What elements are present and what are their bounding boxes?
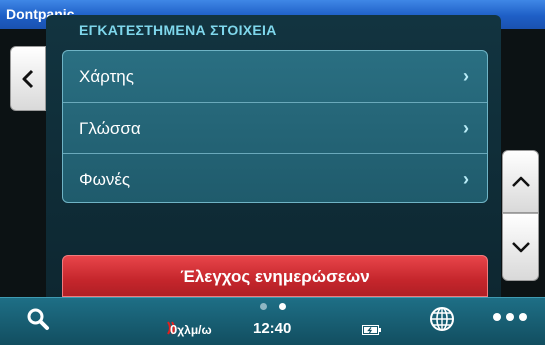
- scroll-down-button[interactable]: [502, 213, 539, 281]
- list-item-language[interactable]: Γλώσσα ›: [63, 102, 487, 153]
- list-item-voices[interactable]: Φωνές ›: [63, 153, 487, 202]
- search-icon[interactable]: [26, 307, 50, 331]
- chevron-right-icon: ›: [463, 169, 469, 189]
- list-item-label: Γλώσσα: [79, 119, 141, 138]
- page-dot: [260, 303, 267, 310]
- check-updates-button[interactable]: Έλεγχος ενημερώσεων: [62, 255, 488, 297]
- list-item-map[interactable]: Χάρτης ›: [63, 51, 487, 102]
- speed-readout: 0χλμ/ω: [170, 322, 212, 337]
- more-options-icon[interactable]: [492, 312, 528, 322]
- scroll-up-button[interactable]: [502, 150, 539, 213]
- page-dot-active: [279, 303, 286, 310]
- back-button[interactable]: [10, 46, 46, 111]
- globe-icon[interactable]: [429, 306, 455, 332]
- speed-unit: χλμ/ω: [177, 323, 212, 337]
- chevron-down-icon: [511, 242, 530, 253]
- chevron-up-icon: [511, 176, 530, 187]
- back-icon: [22, 69, 34, 88]
- battery-charging-icon: [362, 325, 381, 335]
- installed-items-list: Χάρτης › Γλώσσα › Φωνές ›: [62, 50, 488, 203]
- page-indicator: [260, 303, 286, 310]
- page-heading: ΕΓΚΑΤΕΣΤΗΜΕΝΑ ΣΤΟΙΧΕΙΑ: [79, 22, 277, 38]
- chevron-right-icon: ›: [463, 118, 469, 138]
- clock: 12:40: [253, 320, 292, 337]
- list-item-label: Φωνές: [79, 170, 131, 189]
- list-item-label: Χάρτης: [79, 67, 134, 86]
- chevron-right-icon: ›: [463, 66, 469, 86]
